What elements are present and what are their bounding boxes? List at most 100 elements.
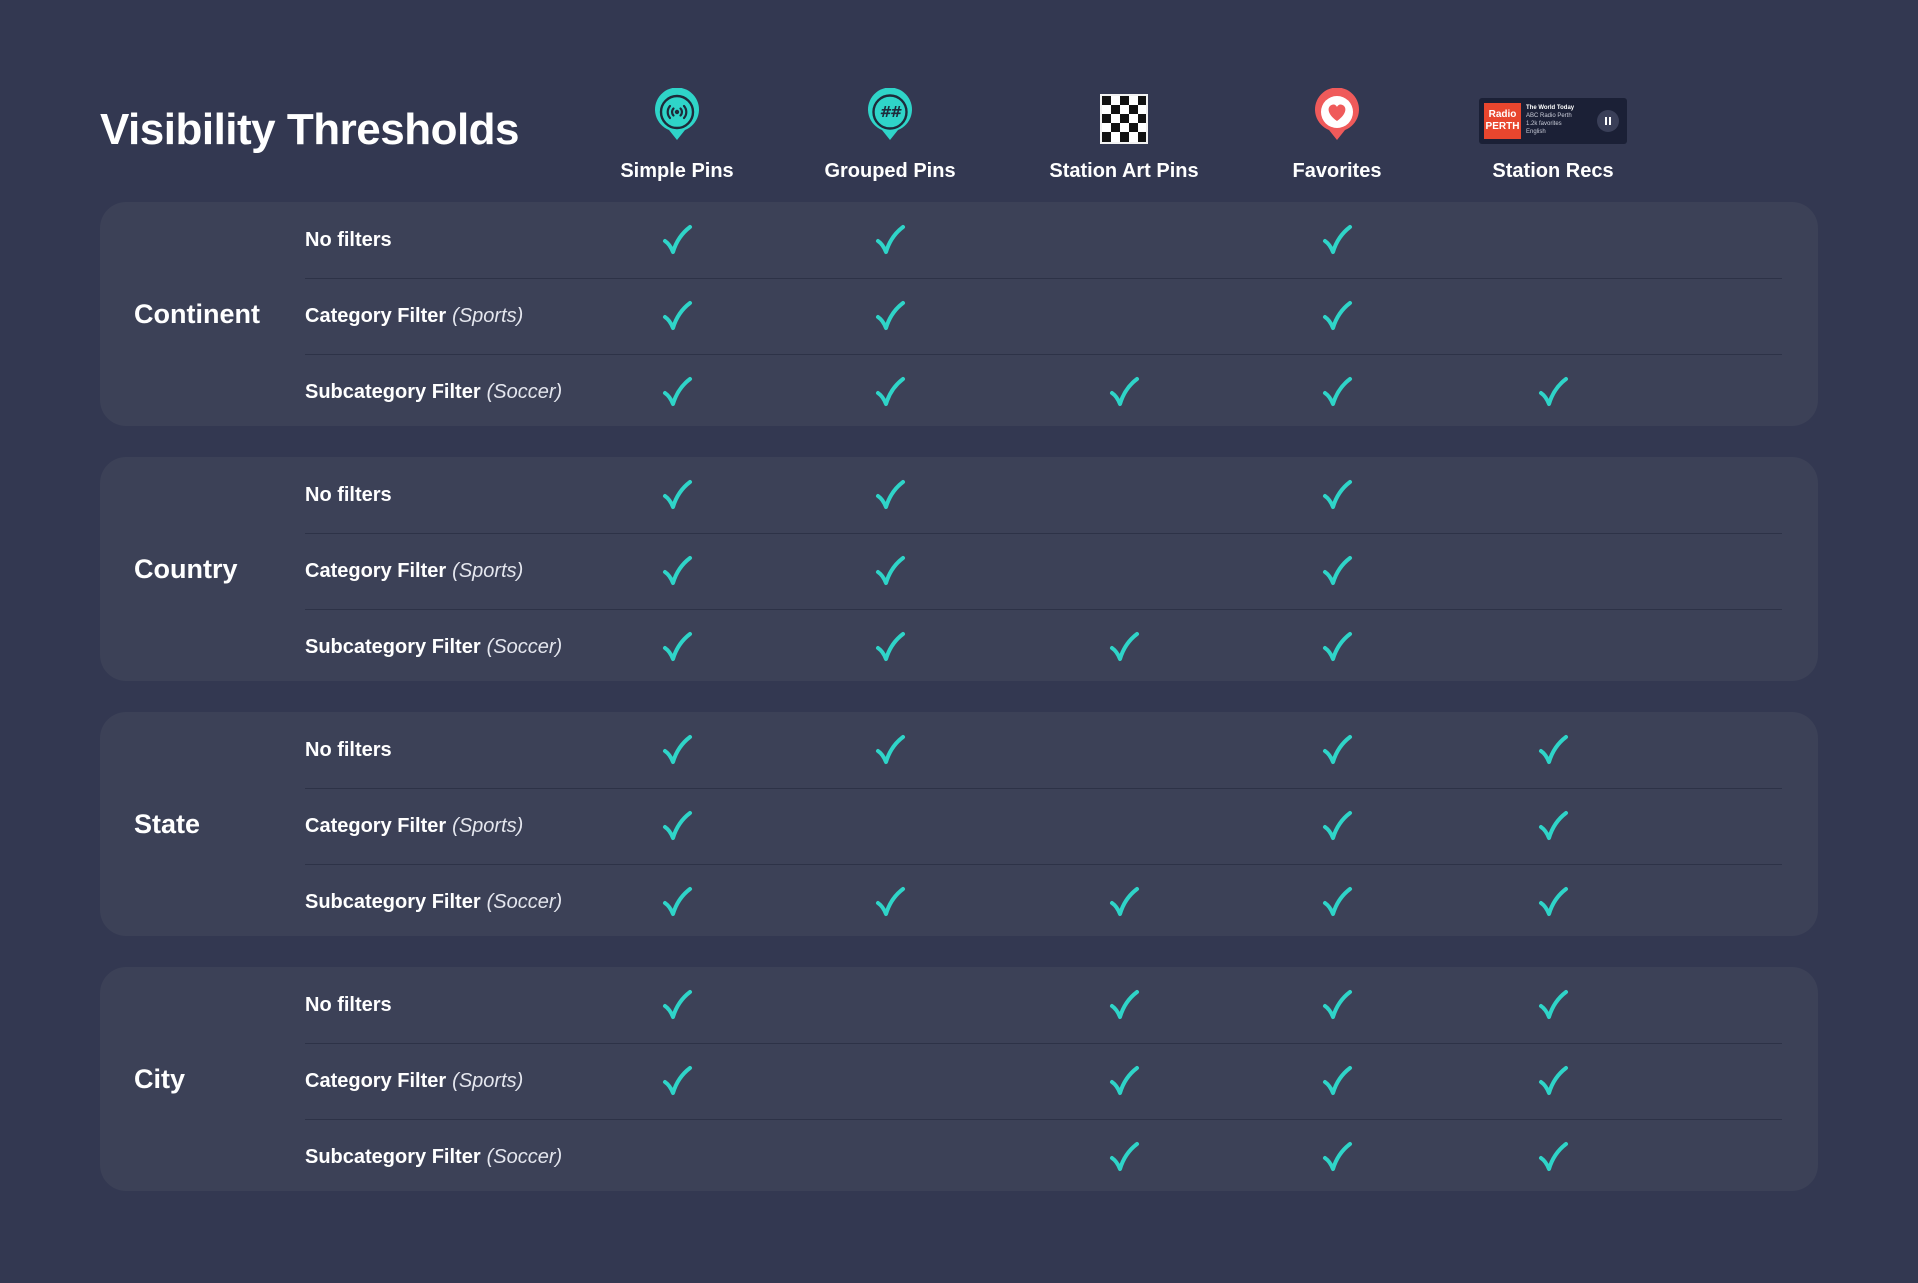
- filter-name: Category Filter: [305, 559, 447, 582]
- station-card-language: English: [1526, 129, 1546, 135]
- filter-name: No filters: [305, 483, 392, 506]
- check-icon: [1110, 1142, 1139, 1171]
- section-label: Continent: [134, 298, 260, 329]
- check-icon: [876, 556, 905, 585]
- row-category-filter: Category Filter (Sports): [305, 788, 1782, 865]
- filter-example: (Soccer): [486, 1145, 563, 1168]
- section-city: City No filters Category Filter (Sports) Sub…: [100, 967, 1818, 1191]
- column-header-favorites: Favorites: [1237, 88, 1437, 183]
- row-label: Subcategory Filter (Soccer): [305, 1119, 562, 1195]
- filter-name: Category Filter: [305, 814, 447, 837]
- check-icon: [876, 301, 905, 330]
- filter-example: (Soccer): [486, 635, 563, 658]
- filter-name: Subcategory Filter: [305, 1145, 481, 1168]
- row-category-filter: Category Filter (Sports): [305, 1043, 1782, 1120]
- column-label: Station Art Pins: [1049, 160, 1199, 182]
- check-icon: [876, 225, 905, 254]
- page-title: Visibility Thresholds: [100, 105, 520, 154]
- check-icon: [1539, 1142, 1568, 1171]
- station-card-station: ABC Radio Perth: [1526, 113, 1572, 119]
- row-label: No filters: [305, 712, 392, 788]
- column-label: Grouped Pins: [824, 160, 956, 182]
- section-label: City: [134, 1063, 186, 1094]
- check-icon: [1539, 377, 1568, 406]
- check-icon: [663, 1066, 692, 1095]
- check-icon: [1323, 811, 1352, 840]
- check-icon: [1323, 377, 1352, 406]
- column-header-simple-pins: Simple Pins: [577, 88, 777, 183]
- check-icon: [663, 811, 692, 840]
- filter-example: (Sports): [452, 559, 524, 582]
- checkerboard-pin-icon: [1024, 88, 1224, 144]
- check-icon: [663, 225, 692, 254]
- check-icon: [1110, 377, 1139, 406]
- heart-pin-icon: [1237, 88, 1437, 144]
- station-card-favorites: 1.2k favorites: [1526, 121, 1562, 127]
- row-label: Subcategory Filter (Soccer): [305, 354, 562, 430]
- column-label: Favorites: [1292, 160, 1382, 182]
- check-icon: [1110, 990, 1139, 1019]
- row-subcategory-filter: Subcategory Filter (Soccer): [305, 1119, 1782, 1195]
- row-label: No filters: [305, 967, 392, 1043]
- section-label: State: [134, 808, 201, 839]
- column-label: Simple Pins: [620, 160, 734, 182]
- filter-name: Subcategory Filter: [305, 635, 481, 658]
- section-label: Country: [134, 553, 238, 584]
- column-header-station-recs: Radio PERTH The World Today ABC Radio Pe…: [1453, 88, 1653, 183]
- check-icon: [1110, 632, 1139, 661]
- row-no-filters: No filters: [305, 712, 1782, 789]
- row-label: Subcategory Filter (Soccer): [305, 864, 562, 940]
- filter-example: (Sports): [452, 814, 524, 837]
- row-subcategory-filter: Subcategory Filter (Soccer): [305, 354, 1782, 430]
- check-icon: [1323, 632, 1352, 661]
- check-icon: [1323, 1066, 1352, 1095]
- check-icon: [876, 377, 905, 406]
- check-icon: [663, 632, 692, 661]
- svg-text:##: ##: [880, 103, 902, 121]
- row-no-filters: No filters: [305, 967, 1782, 1044]
- row-category-filter: Category Filter (Sports): [305, 533, 1782, 610]
- row-subcategory-filter: Subcategory Filter (Soccer): [305, 864, 1782, 940]
- filter-name: Subcategory Filter: [305, 380, 481, 403]
- row-label: No filters: [305, 202, 392, 278]
- check-icon: [1323, 301, 1352, 330]
- column-label: Station Recs: [1492, 160, 1614, 182]
- check-icon: [1110, 1066, 1139, 1095]
- broadcast-pin-icon: [577, 88, 777, 144]
- section-continent: Continent No filters Category Filter (Sport…: [100, 202, 1818, 426]
- check-icon: [663, 887, 692, 916]
- row-category-filter: Category Filter (Sports): [305, 278, 1782, 355]
- filter-name: Category Filter: [305, 1069, 447, 1092]
- row-no-filters: No filters: [305, 202, 1782, 279]
- filter-example: (Sports): [452, 1069, 524, 1092]
- station-card-icon: Radio PERTH The World Today ABC Radio Pe…: [1453, 88, 1653, 144]
- check-icon: [1539, 990, 1568, 1019]
- filter-example: (Soccer): [486, 380, 563, 403]
- row-label: Subcategory Filter (Soccer): [305, 609, 562, 685]
- row-label: Category Filter (Sports): [305, 788, 523, 864]
- check-icon: [663, 556, 692, 585]
- check-icon: [1323, 556, 1352, 585]
- check-icon: [1539, 811, 1568, 840]
- filter-name: Category Filter: [305, 304, 447, 327]
- check-icon: [876, 887, 905, 916]
- row-label: Category Filter (Sports): [305, 278, 523, 354]
- section-state: State No filters Category Filter (Sports) Su…: [100, 712, 1818, 936]
- check-icon: [1323, 990, 1352, 1019]
- check-icon: [1323, 887, 1352, 916]
- check-icon: [1110, 887, 1139, 916]
- check-icon: [1323, 1142, 1352, 1171]
- section-country: Country No filters Category Filter (Sports)…: [100, 457, 1818, 681]
- check-icon: [1539, 735, 1568, 764]
- filter-name: No filters: [305, 738, 392, 761]
- check-icon: [1323, 225, 1352, 254]
- column-header-station-art-pins: Station Art Pins: [1024, 88, 1224, 183]
- filter-name: No filters: [305, 228, 392, 251]
- pause-icon: [1597, 110, 1619, 132]
- row-label: No filters: [305, 457, 392, 533]
- check-icon: [1323, 480, 1352, 509]
- row-label: Category Filter (Sports): [305, 533, 523, 609]
- check-icon: [876, 632, 905, 661]
- check-icon: [1539, 887, 1568, 916]
- station-card-text: The World Today ABC Radio Perth 1.2k fav…: [1526, 104, 1574, 136]
